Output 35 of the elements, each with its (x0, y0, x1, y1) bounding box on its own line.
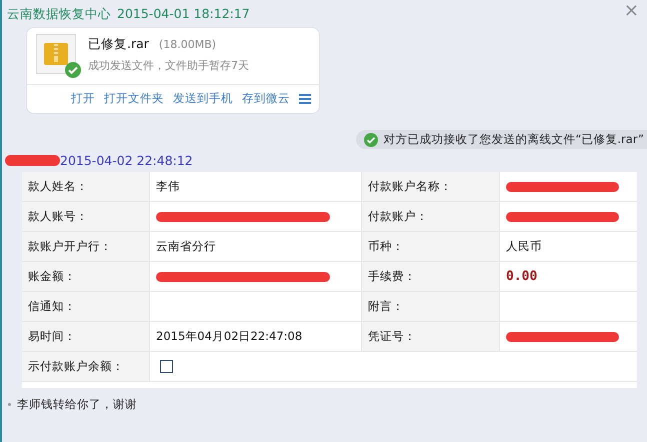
notice-text: 对方已成功接收了您发送的离线文件“已修复.rar” (383, 132, 644, 147)
field-value: 李伟 (156, 179, 180, 194)
field-label: 款人姓名： (28, 179, 88, 194)
field-label: 凭证号： (368, 329, 416, 344)
field-value: 2015年04月02日22:47:08 (156, 329, 302, 344)
file-action-link[interactable]: 发送到手机 (173, 91, 233, 106)
field-label: 账金额： (28, 269, 76, 284)
message-time: 2015-04-01 18:12:17 (117, 6, 250, 23)
field-value: 0.00 (506, 269, 538, 284)
field-label: 币种： (368, 239, 404, 254)
field-label: 款账户开户行： (28, 239, 112, 254)
field-label: 附言： (368, 299, 404, 314)
message-time: 2015-04-02 22:48:12 (60, 153, 193, 168)
field-value: 云南省分行 (156, 239, 216, 254)
file-action-link[interactable]: 打开 (71, 91, 95, 106)
check-icon (364, 132, 378, 146)
field-label: 付款账户名称： (368, 179, 452, 194)
menu-icon[interactable] (299, 94, 311, 104)
checkbox[interactable] (160, 360, 173, 373)
close-button[interactable]: × (624, 0, 639, 21)
file-action-link[interactable]: 打开文件夹 (104, 91, 164, 106)
field-label: 示付款账户余额： (28, 359, 124, 374)
archive-icon (43, 41, 69, 67)
file-name: 已修复.rar (88, 36, 149, 51)
field-value: 人民币 (506, 239, 542, 254)
field-label: 手续费： (368, 269, 416, 284)
chat-message: 李师钱转给你了，谢谢 (17, 397, 137, 412)
file-size: (18.00MB) (158, 38, 216, 51)
field-label: 信通知： (28, 299, 76, 314)
field-label: 款人账号： (28, 209, 88, 224)
field-label: 付款账户： (368, 209, 428, 224)
file-status: 成功发送文件，文件助手暂存7天 (88, 58, 249, 73)
file-action-link[interactable]: 存到微云 (242, 91, 290, 106)
sender-name: 云南数据恢复中心 (7, 6, 111, 23)
field-label: 易时间： (28, 329, 76, 344)
